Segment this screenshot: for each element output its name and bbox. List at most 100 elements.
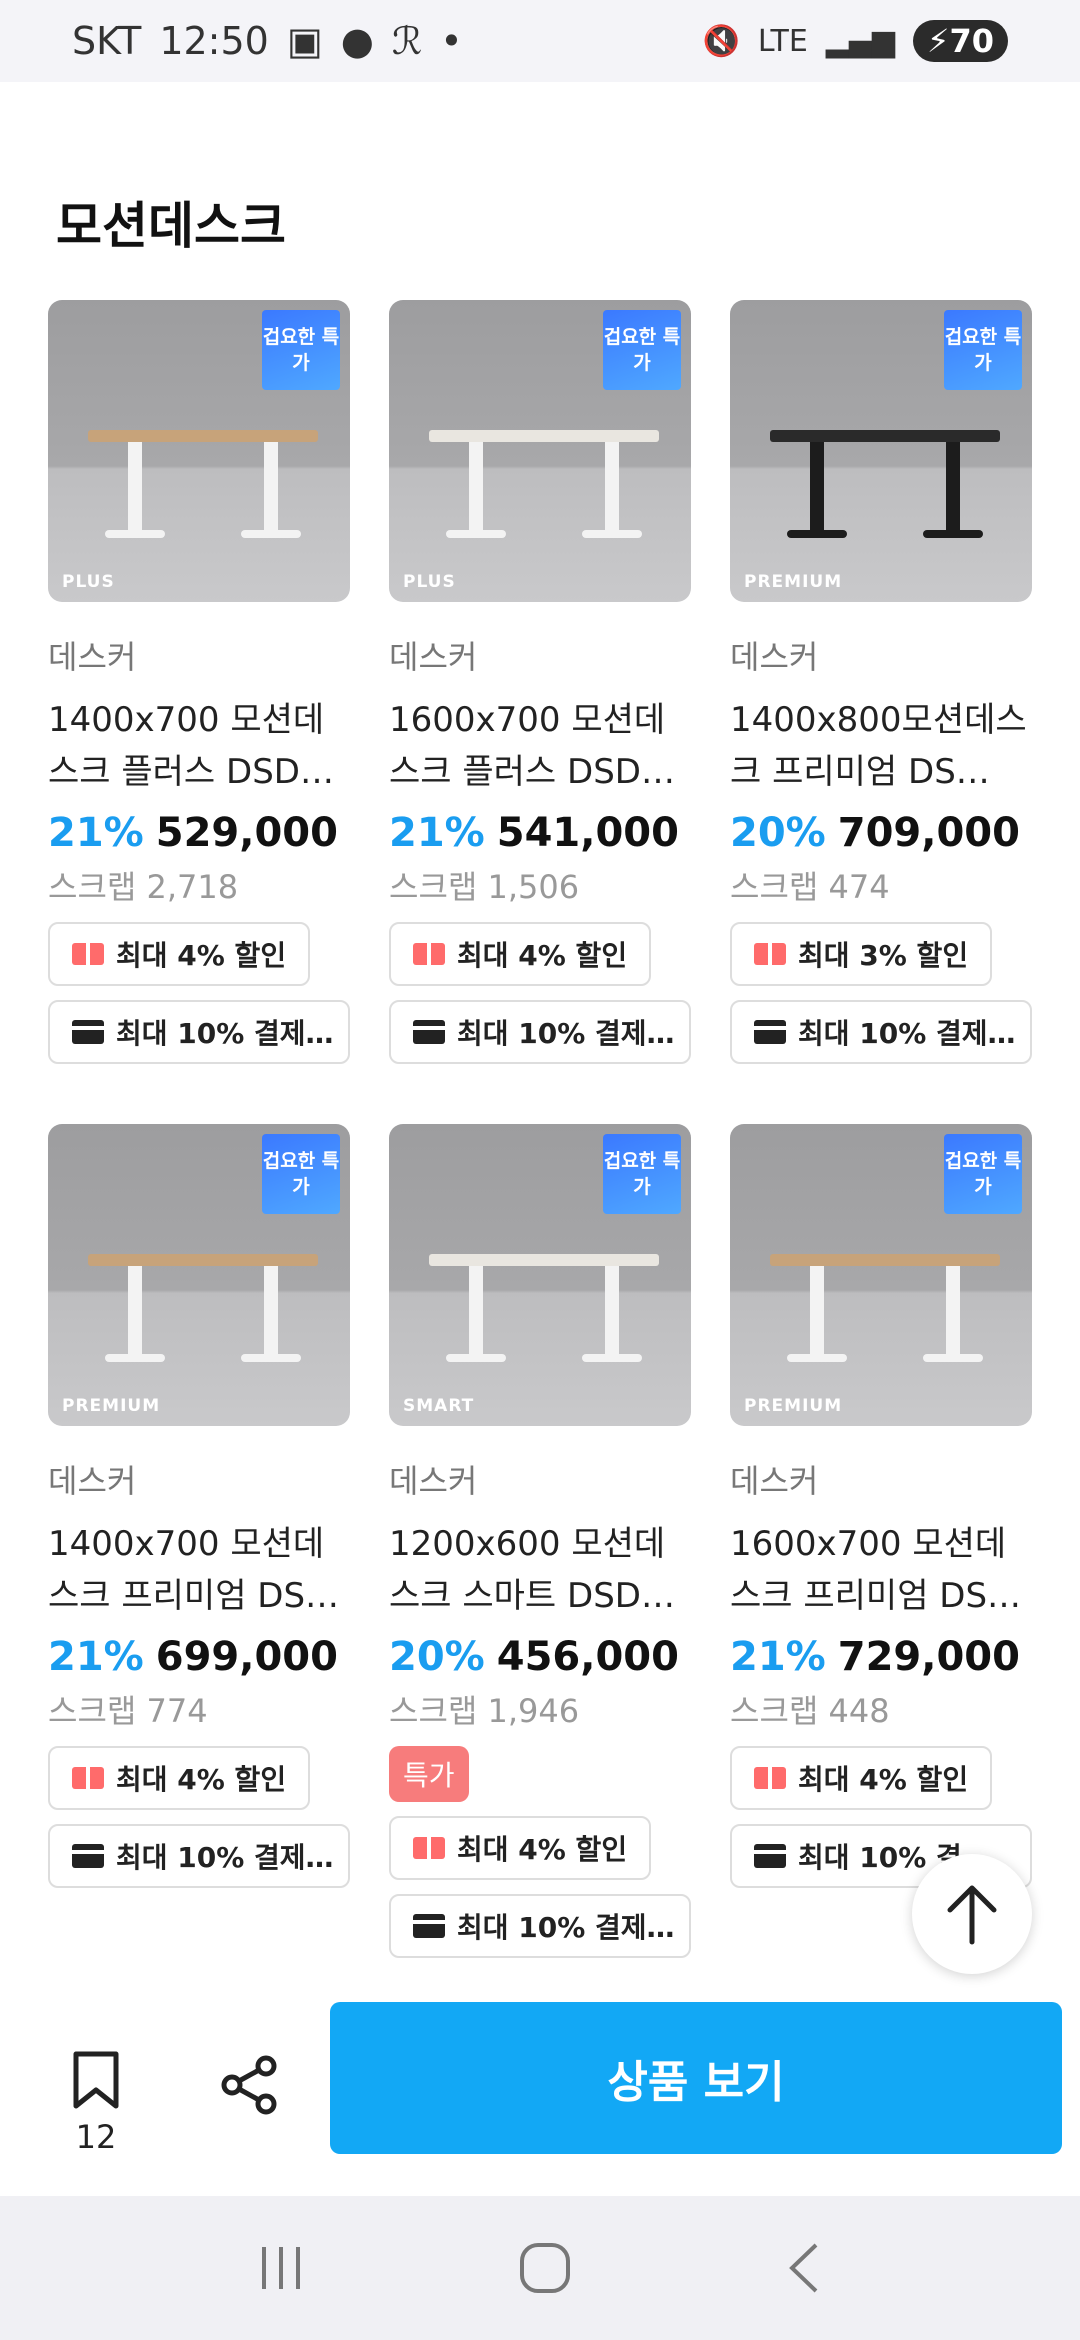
- price: 729,000: [837, 1634, 1020, 1680]
- product-name[interactable]: 1400x800모션데스크 프리미엄 DS…: [730, 694, 1032, 798]
- special-price-badge: 겁요한 특가: [603, 1134, 681, 1214]
- product-card[interactable]: 겁요한 특가 PLUS 데스커 1600x700 모션데스크 플러스 DSD… …: [389, 300, 691, 1064]
- coupon-label: 최대 4% 할인: [116, 939, 287, 972]
- battery-indicator: ⚡70: [913, 20, 1008, 62]
- price: 699,000: [155, 1634, 338, 1680]
- payment-label: 최대 10% 결제…: [798, 1017, 1016, 1050]
- coupon-pill[interactable]: 최대 4% 할인: [48, 1746, 311, 1810]
- product-name[interactable]: 1400x700 모션데스크 프리미엄 DS…: [48, 1518, 350, 1622]
- scrap-count: 스크랩 448: [730, 1692, 890, 1730]
- scrap-count: 스크랩 1,946: [389, 1692, 580, 1730]
- tier-label: PREMIUM: [744, 572, 843, 592]
- product-grid: 겁요한 특가 PLUS 데스커 1400x700 모션데스크 플러스 DSD… …: [48, 300, 1032, 2018]
- coupon-label: 최대 4% 할인: [457, 939, 628, 972]
- payment-pill[interactable]: 최대 10% 결제…: [389, 1000, 691, 1064]
- coupon-icon: [413, 1837, 445, 1859]
- product-thumbnail[interactable]: 겁요한 특가 SMART: [389, 1124, 691, 1426]
- price: 541,000: [496, 810, 679, 856]
- payment-pill[interactable]: 최대 10% 결제…: [389, 1894, 691, 1958]
- payment-pill[interactable]: 최대 10% 결제…: [48, 1000, 350, 1064]
- back-icon[interactable]: [784, 2241, 824, 2295]
- discount-rate: 21%: [48, 810, 144, 856]
- brand-name: 데스커: [48, 1462, 137, 1500]
- mute-icon: 🔇: [702, 23, 740, 59]
- payment-label: 최대 10% 결제…: [116, 1017, 334, 1050]
- coupon-icon: [72, 1767, 104, 1789]
- status-bar: SKT 12:50 ▣ ● ℛ • 🔇 LTE ▂▄▆ ⚡70: [0, 0, 1080, 82]
- brand-name: 데스커: [730, 638, 819, 676]
- coupon-label: 최대 3% 할인: [798, 939, 969, 972]
- coupon-icon: [754, 1767, 786, 1789]
- product-thumbnail[interactable]: 겁요한 특가 PREMIUM: [730, 1124, 1032, 1426]
- home-icon[interactable]: [518, 2241, 572, 2295]
- brand-name: 데스커: [389, 638, 478, 676]
- app-icon: ℛ: [391, 19, 423, 63]
- coupon-pill[interactable]: 최대 4% 할인: [48, 922, 311, 986]
- scrap-count: 스크랩 474: [730, 868, 890, 906]
- product-name[interactable]: 1400x700 모션데스크 플러스 DSD…: [48, 694, 350, 798]
- special-price-badge: 겁요한 특가: [262, 1134, 340, 1214]
- coupon-pill[interactable]: 최대 4% 할인: [389, 1816, 652, 1880]
- credit-card-icon: [754, 1844, 786, 1868]
- product-thumbnail[interactable]: 겁요한 특가 PREMIUM: [730, 300, 1032, 602]
- price: 456,000: [496, 1634, 679, 1680]
- coupon-label: 최대 4% 할인: [457, 1833, 628, 1866]
- payment-label: 최대 10% 결제…: [457, 1017, 675, 1050]
- bookmark-icon: [73, 2051, 119, 2109]
- product-card[interactable]: 겁요한 특가 PLUS 데스커 1400x700 모션데스크 플러스 DSD… …: [48, 300, 350, 1064]
- discount-rate: 21%: [389, 810, 485, 856]
- arrow-up-icon: [947, 1885, 997, 1945]
- product-thumbnail[interactable]: 겁요한 특가 PLUS: [389, 300, 691, 602]
- brand-name: 데스커: [389, 1462, 478, 1500]
- discount-rate: 21%: [48, 1634, 144, 1680]
- product-name[interactable]: 1600x700 모션데스크 플러스 DSD…: [389, 694, 691, 798]
- product-card[interactable]: 겁요한 특가 PREMIUM 데스커 1400x800모션데스크 프리미엄 DS…: [730, 300, 1032, 1064]
- product-row: 겁요한 특가 PREMIUM 데스커 1400x700 모션데스크 프리미엄 D…: [48, 1124, 1032, 1958]
- coupon-pill[interactable]: 최대 4% 할인: [730, 1746, 993, 1810]
- discount-rate: 20%: [389, 1634, 485, 1680]
- share-button[interactable]: [220, 2054, 278, 2120]
- scroll-to-top-button[interactable]: [912, 1854, 1032, 1974]
- system-nav-bar: [0, 2196, 1080, 2340]
- credit-card-icon: [413, 1914, 445, 1938]
- carrier-label: SKT: [72, 19, 142, 63]
- special-price-badge: 겁요한 특가: [262, 310, 340, 390]
- bookmark-count: 12: [75, 2118, 117, 2156]
- recent-apps-icon[interactable]: [256, 2243, 306, 2293]
- coupon-label: 최대 4% 할인: [116, 1763, 287, 1796]
- view-product-button[interactable]: 상품 보기: [330, 2002, 1062, 2154]
- price-row: 20% 709,000: [730, 810, 1032, 856]
- tier-label: PREMIUM: [744, 1396, 843, 1416]
- scrap-count: 스크랩 1,506: [389, 868, 580, 906]
- payment-label: 최대 10% 결제…: [116, 1841, 334, 1874]
- product-card[interactable]: 겁요한 특가 PREMIUM 데스커 1600x700 모션데스크 프리미엄 D…: [730, 1124, 1032, 1958]
- price: 529,000: [155, 810, 338, 856]
- product-card[interactable]: 겁요한 특가 SMART 데스커 1200x600 모션데스크 스마트 DSD……: [389, 1124, 691, 1958]
- product-thumbnail[interactable]: 겁요한 특가 PREMIUM: [48, 1124, 350, 1426]
- payment-pill[interactable]: 최대 10% 결제…: [730, 1000, 1032, 1064]
- scrap-count: 스크랩 774: [48, 1692, 208, 1730]
- payment-pill[interactable]: 최대 10% 결제…: [48, 1824, 350, 1888]
- product-name[interactable]: 1200x600 모션데스크 스마트 DSD…: [389, 1518, 691, 1622]
- price-row: 21% 529,000: [48, 810, 350, 856]
- desk-image: [429, 430, 659, 580]
- desk-image: [88, 1254, 318, 1404]
- scrap-count: 스크랩 2,718: [48, 868, 239, 906]
- product-row: 겁요한 특가 PLUS 데스커 1400x700 모션데스크 플러스 DSD… …: [48, 300, 1032, 1064]
- bookmark-button[interactable]: 12: [66, 2050, 126, 2156]
- discount-rate: 21%: [730, 1634, 826, 1680]
- coupon-pill[interactable]: 최대 3% 할인: [730, 922, 993, 986]
- coupon-pill[interactable]: 최대 4% 할인: [389, 922, 652, 986]
- desk-image: [88, 430, 318, 580]
- special-tag: 특가: [389, 1746, 469, 1802]
- brand-name: 데스커: [48, 638, 137, 676]
- credit-card-icon: [413, 1020, 445, 1044]
- credit-card-icon: [72, 1844, 104, 1868]
- product-card[interactable]: 겁요한 특가 PREMIUM 데스커 1400x700 모션데스크 프리미엄 D…: [48, 1124, 350, 1958]
- coupon-icon: [413, 943, 445, 965]
- product-thumbnail[interactable]: 겁요한 특가 PLUS: [48, 300, 350, 602]
- price-row: 21% 541,000: [389, 810, 691, 856]
- tier-label: SMART: [403, 1396, 475, 1416]
- product-name[interactable]: 1600x700 모션데스크 프리미엄 DS…: [730, 1518, 1032, 1622]
- bottom-action-bar: 12 상품 보기: [0, 1990, 1080, 2196]
